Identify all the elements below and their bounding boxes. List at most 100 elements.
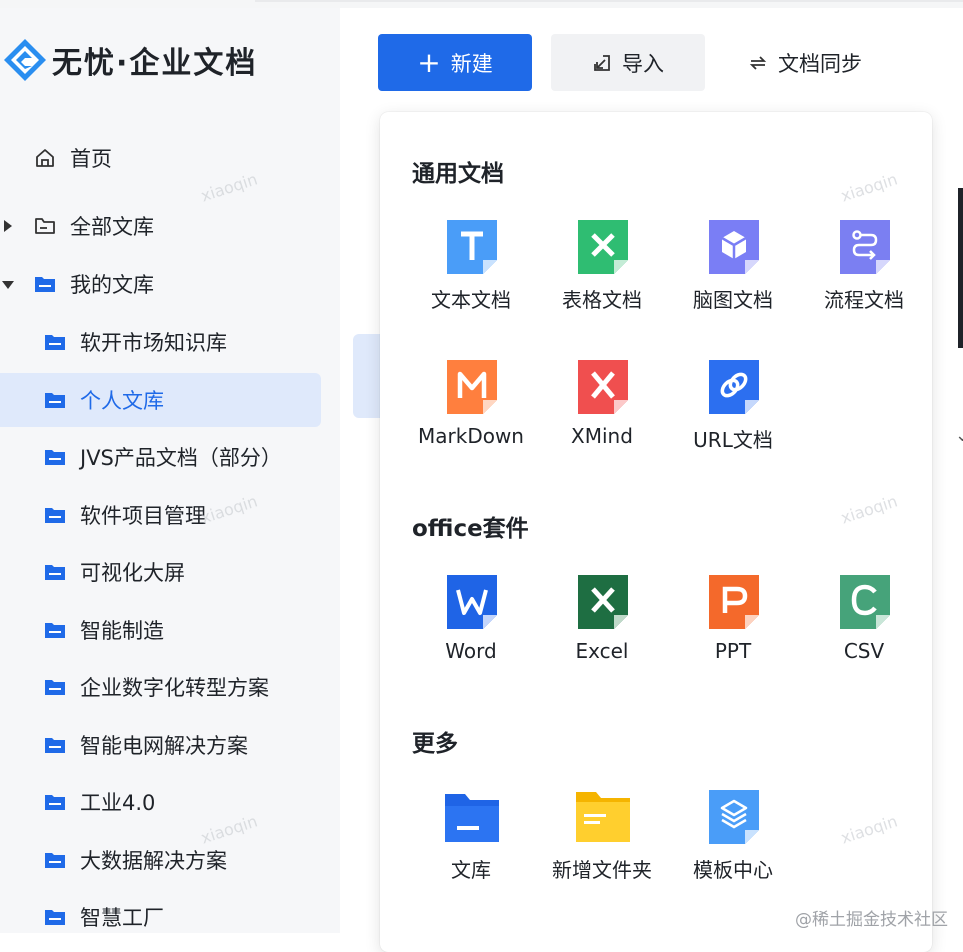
sidebar-item-home[interactable]: 首页 xyxy=(0,131,321,185)
folder-icon xyxy=(45,507,65,523)
menu-item-label: Word xyxy=(445,639,497,663)
menu-item-label: XMind xyxy=(571,424,633,448)
background-edge-glyph: ⌄ xyxy=(955,425,963,446)
background-edge xyxy=(958,188,963,348)
import-button-label: 导入 xyxy=(622,51,664,76)
sidebar-item-all-libraries[interactable]: 全部文库 xyxy=(0,199,321,253)
sidebar-item-label: 首页 xyxy=(70,147,112,171)
template-layers-icon xyxy=(709,790,759,844)
new-button-label: 新建 xyxy=(450,51,493,76)
folder-icon xyxy=(45,622,65,638)
excel-icon xyxy=(578,575,628,629)
flow-chart-icon xyxy=(840,220,890,274)
sidebar-library-label: 软开市场知识库 xyxy=(80,331,227,355)
menu-item-library[interactable]: 文库 xyxy=(406,788,536,898)
import-icon xyxy=(594,54,610,71)
sync-icon xyxy=(749,55,767,70)
menu-item-sheet-doc[interactable]: 表格文档 xyxy=(537,218,667,328)
folder-icon xyxy=(45,795,65,810)
section-title-common: 通用文档 xyxy=(412,161,504,187)
sidebar-library-item[interactable]: 智能制造 xyxy=(0,603,321,657)
section-title-office: office套件 xyxy=(412,516,529,542)
sidebar-library-item[interactable]: 智慧工厂 xyxy=(0,890,321,944)
sidebar-library-label: 工业4.0 xyxy=(80,791,156,815)
menu-item-label: Excel xyxy=(575,639,629,663)
menu-item-template-center[interactable]: 模板中心 xyxy=(668,788,798,898)
sidebar-library-item[interactable]: 智能电网解决方案 xyxy=(0,718,321,772)
ppt-icon xyxy=(709,575,759,629)
menu-item-excel[interactable]: Excel xyxy=(537,573,667,683)
sidebar-library-label: JVS产品文档（部分） xyxy=(80,446,282,470)
menu-item-csv[interactable]: CSV xyxy=(799,573,929,683)
sheet-doc-icon xyxy=(578,220,628,274)
menu-item-label: MarkDown xyxy=(418,424,524,448)
folder-icon xyxy=(45,737,65,753)
brand: 无忧·企业文档 xyxy=(0,39,258,81)
menu-item-label: 流程文档 xyxy=(824,288,904,312)
caret-down-icon[interactable] xyxy=(2,281,14,289)
xmind-icon xyxy=(578,360,628,414)
section-title-more: 更多 xyxy=(412,731,458,757)
sidebar-library-item[interactable]: 个人文库 xyxy=(0,372,321,427)
home-icon xyxy=(36,149,54,167)
folder-icon xyxy=(45,565,65,580)
text-doc-icon xyxy=(447,220,497,274)
menu-item-label: 文库 xyxy=(451,858,491,882)
folder-icon xyxy=(45,450,65,465)
background-selection xyxy=(353,334,383,418)
folder-yellow-icon xyxy=(576,792,630,842)
menu-item-word[interactable]: Word xyxy=(406,573,536,683)
csv-icon xyxy=(840,575,890,629)
menu-item-url-doc[interactable]: URL文档 xyxy=(668,358,798,468)
folder-icon xyxy=(35,277,55,292)
folder-icon xyxy=(45,910,65,925)
sidebar-library-label: 大数据解决方案 xyxy=(80,848,227,873)
menu-item-text-doc[interactable]: 文本文档 xyxy=(406,218,536,328)
sidebar-item-my-libraries[interactable]: 我的文库 xyxy=(0,257,321,311)
credit-text: @稀土掘金技术社区 xyxy=(795,910,948,930)
menu-item-label: PPT xyxy=(714,639,752,663)
menu-item-flow-doc[interactable]: 流程文档 xyxy=(799,218,929,328)
sidebar-library-item[interactable]: 大数据解决方案 xyxy=(0,833,321,887)
sidebar-library-item[interactable]: 企业数字化转型方案 xyxy=(0,660,321,714)
import-button[interactable]: 导入 xyxy=(551,34,705,91)
menu-item-label: 脑图文档 xyxy=(693,288,773,312)
menu-item-mind-doc[interactable]: 脑图文档 xyxy=(668,218,798,328)
sidebar-library-item[interactable]: 可视化大屏 xyxy=(0,545,321,599)
sidebar-item-label: 全部文库 xyxy=(70,215,154,239)
menu-item-label: CSV xyxy=(843,639,885,663)
folder-icon xyxy=(45,680,65,695)
sidebar-library-item[interactable]: 软件项目管理 xyxy=(0,488,321,542)
menu-item-label: 模板中心 xyxy=(693,858,773,882)
folder-icon xyxy=(45,335,65,350)
sidebar-library-label: 个人文库 xyxy=(80,388,164,413)
menu-item-new-folder[interactable]: 新增文件夹 xyxy=(537,788,667,898)
folder-outline-icon xyxy=(35,218,55,234)
folder-icon xyxy=(45,852,65,868)
menu-item-label: 新增文件夹 xyxy=(552,858,652,882)
brand-logo-icon xyxy=(4,39,46,81)
sidebar-library-label: 智能制造 xyxy=(80,618,164,643)
sidebar-library-item[interactable]: JVS产品文档（部分） xyxy=(0,430,321,484)
brand-name: 无忧·企业文档 xyxy=(52,46,258,81)
library-folder-icon xyxy=(445,794,499,842)
sidebar-library-item[interactable]: 软开市场知识库 xyxy=(0,315,321,369)
sidebar-library-label: 企业数字化转型方案 xyxy=(80,676,269,700)
menu-item-label: 表格文档 xyxy=(562,288,642,312)
plus-icon: + xyxy=(417,45,441,79)
word-icon xyxy=(447,575,497,629)
sidebar-library-label: 智慧工厂 xyxy=(80,906,164,930)
sidebar-item-label: 我的文库 xyxy=(70,273,154,297)
new-button[interactable]: + 新建 xyxy=(378,34,532,91)
markdown-icon xyxy=(447,360,497,414)
link-icon xyxy=(709,360,759,414)
menu-item-ppt[interactable]: PPT xyxy=(668,573,798,683)
folder-icon xyxy=(45,392,65,408)
sidebar-library-label: 智能电网解决方案 xyxy=(80,733,248,758)
sidebar-library-item[interactable]: 工业4.0 xyxy=(0,775,321,829)
menu-item-markdown[interactable]: MarkDown xyxy=(406,358,536,468)
menu-item-label: URL文档 xyxy=(693,428,773,452)
menu-item-xmind[interactable]: XMind xyxy=(537,358,667,468)
caret-right-icon[interactable] xyxy=(4,220,12,232)
sync-button[interactable]: 文档同步 xyxy=(725,34,885,91)
